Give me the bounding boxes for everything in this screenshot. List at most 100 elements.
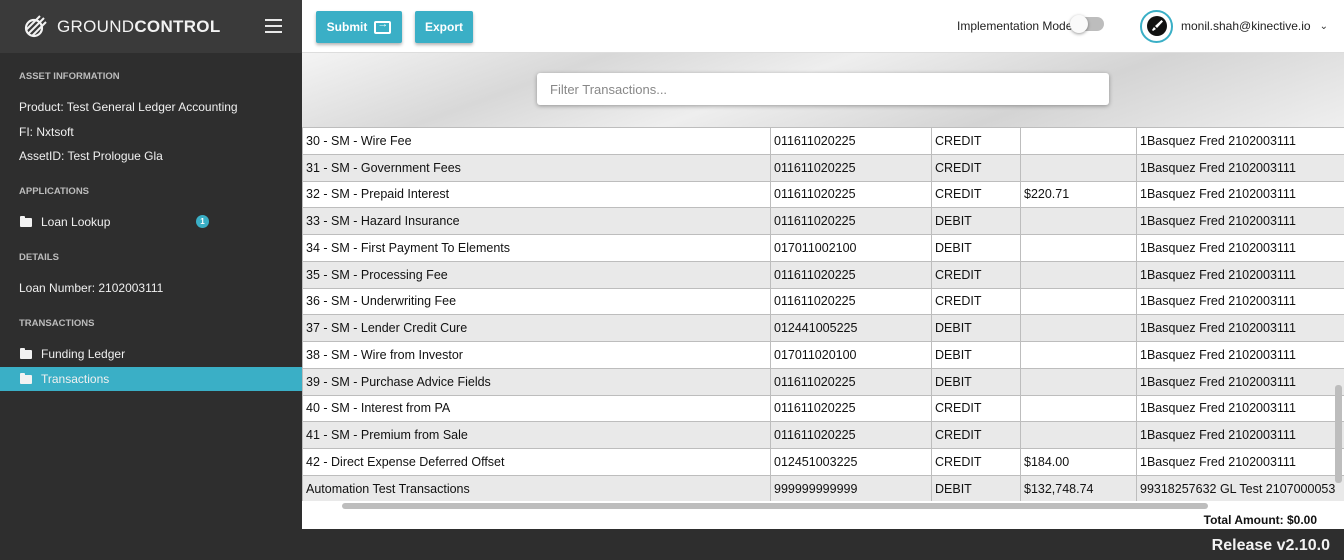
loan-number-info: Loan Number: 2102003111 [19,281,164,295]
table-row[interactable]: 32 - SM - Prepaid Interest 011611020225 CR… [302,180,1344,209]
reference-cell: 1Basquez Fred 2102003111 [1136,367,1344,396]
reference-cell: 1Basquez Fred 2102003111 [1136,314,1344,342]
folder-icon [20,347,32,359]
amount-cell: $132,748.74 [1020,474,1137,501]
table-row[interactable]: 33 - SM - Hazard Insurance 011611020225 DE… [302,207,1344,235]
submit-arrow-icon [374,18,392,34]
amount-cell: $220.71 [1020,180,1137,209]
amount-cell [1020,287,1137,316]
type-cell: DEBIT [931,474,1021,501]
count-badge: 1 [196,215,209,228]
description-cell: 34 - SM - First Payment To Elements [302,234,771,262]
description-cell: 37 - SM - Lender Credit Cure [302,314,771,342]
total-amount: Total Amount: $0.00 [1203,513,1317,527]
description-cell: 32 - SM - Prepaid Interest [302,180,771,209]
horizontal-scrollbar[interactable] [342,503,1208,509]
description-cell: 36 - SM - Underwriting Fee [302,287,771,316]
table-row[interactable]: 37 - SM - Lender Credit Cure 012441005225… [302,314,1344,342]
reference-cell: 1Basquez Fred 2102003111 [1136,394,1344,423]
description-cell[interactable]: Automation Test Transactions [302,474,771,501]
sidebar-item-transactions[interactable]: Transactions [0,367,302,391]
description-cell: 42 - Direct Expense Deferred Offset [302,448,771,476]
submit-button[interactable]: Submit [316,11,402,43]
groundcontrol-logo-icon [24,14,47,37]
amount-cell [1020,314,1137,342]
account-cell: 012451003225 [770,448,932,476]
implementation-mode-toggle[interactable] [1070,15,1104,33]
avatar [1140,9,1173,43]
sidebar-item-loan-lookup[interactable]: Loan Lookup 1 [0,210,302,234]
amount-cell [1020,127,1137,155]
reference-cell: 1Basquez Fred 2102003111 [1136,287,1344,316]
sidebar-item-funding-ledger[interactable]: Funding Ledger [0,342,302,366]
table-row[interactable]: 30 - SM - Wire Fee 011611020225 CREDIT 1Bas… [302,127,1344,155]
table-row[interactable]: Automation Test Transactions 999999999999… [302,474,1344,501]
release-version: Release v2.10.0 [1211,537,1330,554]
reference-cell: 1Basquez Fred 2102003111 [1136,234,1344,262]
account-cell: 011611020225 [770,394,932,423]
transactions-table-container: 30 - SM - Wire Fee 011611020225 CREDIT 1Bas… [302,127,1344,501]
brand-prefix: GROUND [57,16,135,36]
filter-transactions-input[interactable] [537,73,1109,105]
details-heading: DETAILS [19,252,59,263]
type-cell: DEBIT [931,207,1021,235]
table-row[interactable]: 35 - SM - Processing Fee 011611020225 CRED… [302,260,1344,289]
amount-cell: $184.00 [1020,448,1137,476]
description-cell: 31 - SM - Government Fees [302,153,771,182]
reference-cell: 1Basquez Fred 2102003111 [1136,207,1344,235]
table-row[interactable]: 34 - SM - First Payment To Elements 01701… [302,234,1344,262]
account-cell: 011611020225 [770,207,932,235]
footer: Release v2.10.0 [302,529,1344,560]
reference-cell: 1Basquez Fred 2102003111 [1136,260,1344,289]
description-cell: 38 - SM - Wire from Investor [302,341,771,369]
export-button[interactable]: Export [415,11,473,43]
description-cell: 41 - SM - Premium from Sale [302,421,771,449]
type-cell: CREDIT [931,127,1021,155]
amount-cell [1020,234,1137,262]
amount-cell [1020,260,1137,289]
type-cell: CREDIT [931,287,1021,316]
transactions-table: 30 - SM - Wire Fee 011611020225 CREDIT 1Bas… [302,127,1344,501]
account-cell: 011611020225 [770,260,932,289]
brand-name: GROUNDCONTROL [57,17,221,37]
reference-cell: 1Basquez Fred 2102003111 [1136,180,1344,209]
chevron-down-icon: ⌄ [1319,20,1328,32]
applications-heading: APPLICATIONS [19,186,90,197]
type-cell: CREDIT [931,394,1021,423]
table-row[interactable]: 40 - SM - Interest from PA 011611020225 CR… [302,394,1344,423]
account-cell: 999999999999 [770,474,932,501]
asset-information-heading: ASSET INFORMATION [19,71,120,82]
table-row[interactable]: 39 - SM - Purchase Advice Fields 01161102… [302,367,1344,396]
table-row[interactable]: 38 - SM - Wire from Investor 017011020100… [302,341,1344,369]
table-row[interactable]: 41 - SM - Premium from Sale 011611020225 C… [302,421,1344,449]
amount-cell [1020,394,1137,423]
reference-cell: 1Basquez Fred 2102003111 [1136,421,1344,449]
amount-cell [1020,153,1137,182]
sidebar: GROUNDCONTROL ASSET INFORMATION Product:… [0,0,302,560]
description-cell: 35 - SM - Processing Fee [302,260,771,289]
description-cell: 40 - SM - Interest from PA [302,394,771,423]
sidebar-item-label: Loan Lookup [41,215,111,229]
account-cell: 017011020100 [770,341,932,369]
type-cell: CREDIT [931,421,1021,449]
table-row[interactable]: 36 - SM - Underwriting Fee 011611020225 CR… [302,287,1344,316]
type-cell: CREDIT [931,448,1021,476]
table-row[interactable]: 31 - SM - Government Fees 011611020225 CRE… [302,153,1344,182]
type-cell: CREDIT [931,260,1021,289]
account-cell: 011611020225 [770,367,932,396]
hamburger-menu-icon[interactable] [265,19,282,33]
type-cell: CREDIT [931,180,1021,209]
vertical-scrollbar[interactable] [1335,385,1342,483]
reference-cell: 1Basquez Fred 2102003111 [1136,127,1344,155]
type-cell: DEBIT [931,367,1021,396]
account-cell: 011611020225 [770,421,932,449]
user-menu[interactable]: monil.shah@kinective.io ⌄ [1140,9,1328,43]
description-cell: 33 - SM - Hazard Insurance [302,207,771,235]
brand-bar: GROUNDCONTROL [0,0,302,53]
account-cell: 011611020225 [770,127,932,155]
reference-cell: 1Basquez Fred 2102003111 [1136,153,1344,182]
table-row[interactable]: 42 - Direct Expense Deferred Offset 01245… [302,448,1344,476]
toggle-knob [1070,15,1088,33]
folder-icon [20,372,32,384]
reference-cell: 99318257632 GL Test 2107000053 [1136,474,1344,501]
